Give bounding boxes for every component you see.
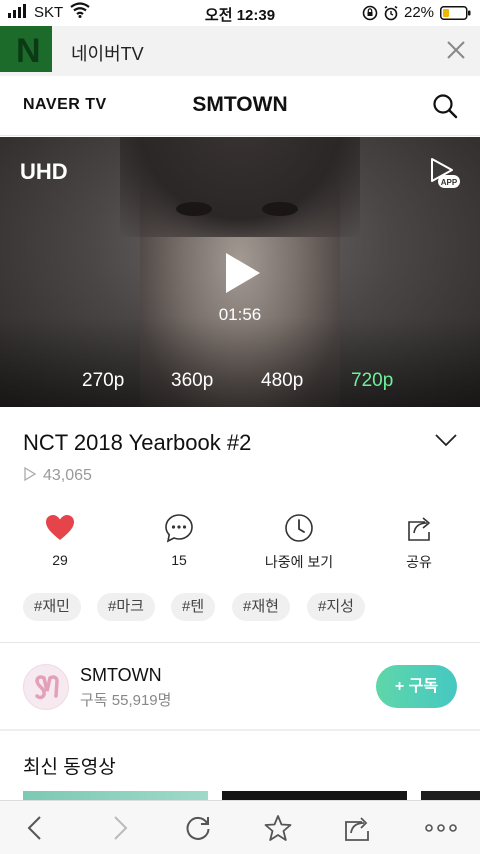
chevron-down-icon bbox=[435, 434, 457, 447]
more-button[interactable] bbox=[424, 814, 458, 842]
nav-header: NAVER TV SMTOWN bbox=[0, 76, 480, 136]
comment-count: 15 bbox=[171, 552, 187, 568]
comment-button[interactable]: 15 bbox=[131, 512, 227, 568]
naver-logo-icon: N bbox=[0, 26, 52, 72]
quality-270p[interactable]: 270p bbox=[82, 370, 124, 392]
video-title: NCT 2018 Yearbook #2 bbox=[23, 430, 252, 455]
app-header: N 네이버TV bbox=[0, 26, 480, 76]
star-icon bbox=[264, 815, 292, 841]
back-button[interactable] bbox=[22, 814, 50, 842]
smtown-logo-icon bbox=[35, 675, 59, 700]
section-title: 최신 동영상 bbox=[23, 757, 116, 778]
chevron-right-icon bbox=[114, 816, 128, 840]
quality-720p[interactable]: 720p bbox=[351, 370, 393, 392]
battery-icon bbox=[440, 6, 472, 24]
comment-icon bbox=[165, 514, 193, 543]
refresh-icon bbox=[186, 816, 210, 840]
expand-button[interactable] bbox=[434, 432, 458, 448]
channel-name[interactable]: SMTOWN bbox=[80, 665, 162, 686]
share-label: 공유 bbox=[406, 554, 432, 570]
bookmark-button[interactable] bbox=[264, 814, 292, 842]
like-button[interactable]: 29 bbox=[12, 512, 108, 568]
play-icon bbox=[226, 253, 260, 293]
heart-icon bbox=[46, 515, 74, 540]
video-duration: 01:56 bbox=[218, 305, 262, 324]
close-button[interactable] bbox=[444, 38, 468, 62]
open-in-app-button[interactable]: APP bbox=[424, 155, 462, 193]
app-play-icon: APP bbox=[431, 158, 460, 188]
status-bar: SKT 오전 12:39 22% bbox=[0, 0, 480, 26]
forward-button[interactable] bbox=[105, 814, 133, 842]
svg-text:APP: APP bbox=[441, 178, 458, 187]
share-page-button[interactable] bbox=[344, 814, 372, 842]
tag-chip[interactable]: #텐 bbox=[171, 593, 216, 621]
channel-avatar[interactable] bbox=[23, 664, 69, 710]
battery-percent: 22% bbox=[404, 4, 435, 21]
section-divider bbox=[0, 729, 480, 731]
watch-later-label: 나중에 보기 bbox=[264, 554, 334, 570]
like-count: 29 bbox=[52, 552, 68, 568]
quality-360p[interactable]: 360p bbox=[171, 370, 213, 392]
browser-toolbar bbox=[0, 800, 480, 854]
tag-chip[interactable]: #마크 bbox=[97, 593, 155, 621]
video-player[interactable]: UHD APP 01:56 270p 360p 480p 720p bbox=[0, 137, 480, 407]
divider bbox=[0, 642, 480, 643]
share-button[interactable]: 공유 bbox=[371, 512, 467, 572]
rotation-lock-icon bbox=[362, 5, 378, 25]
tag-chip[interactable]: #재현 bbox=[232, 593, 290, 621]
app-title: 네이버TV bbox=[71, 44, 144, 64]
close-icon bbox=[447, 41, 465, 59]
quality-480p[interactable]: 480p bbox=[261, 370, 303, 392]
play-button[interactable] bbox=[222, 251, 262, 295]
view-count: 43,065 bbox=[23, 467, 92, 485]
share-icon bbox=[408, 517, 430, 541]
uhd-badge: UHD bbox=[20, 159, 68, 184]
channel-title: SMTOWN bbox=[192, 93, 288, 116]
search-icon bbox=[433, 94, 458, 119]
watch-later-button[interactable]: 나중에 보기 bbox=[251, 512, 347, 572]
reload-button[interactable] bbox=[184, 814, 212, 842]
view-count-value: 43,065 bbox=[43, 467, 92, 484]
chevron-left-icon bbox=[27, 816, 41, 840]
subscriber-count: 구독 55,919명 bbox=[80, 692, 172, 709]
search-button[interactable] bbox=[432, 93, 458, 119]
clock-icon bbox=[285, 514, 313, 542]
subscribe-button[interactable]: + 구독 bbox=[376, 665, 457, 708]
more-icon bbox=[425, 824, 457, 832]
share-icon bbox=[345, 817, 369, 841]
alarm-icon bbox=[383, 5, 399, 25]
tag-chip[interactable]: #지성 bbox=[307, 593, 365, 621]
play-outline-icon bbox=[24, 467, 37, 481]
tag-chip[interactable]: #재민 bbox=[23, 593, 81, 621]
